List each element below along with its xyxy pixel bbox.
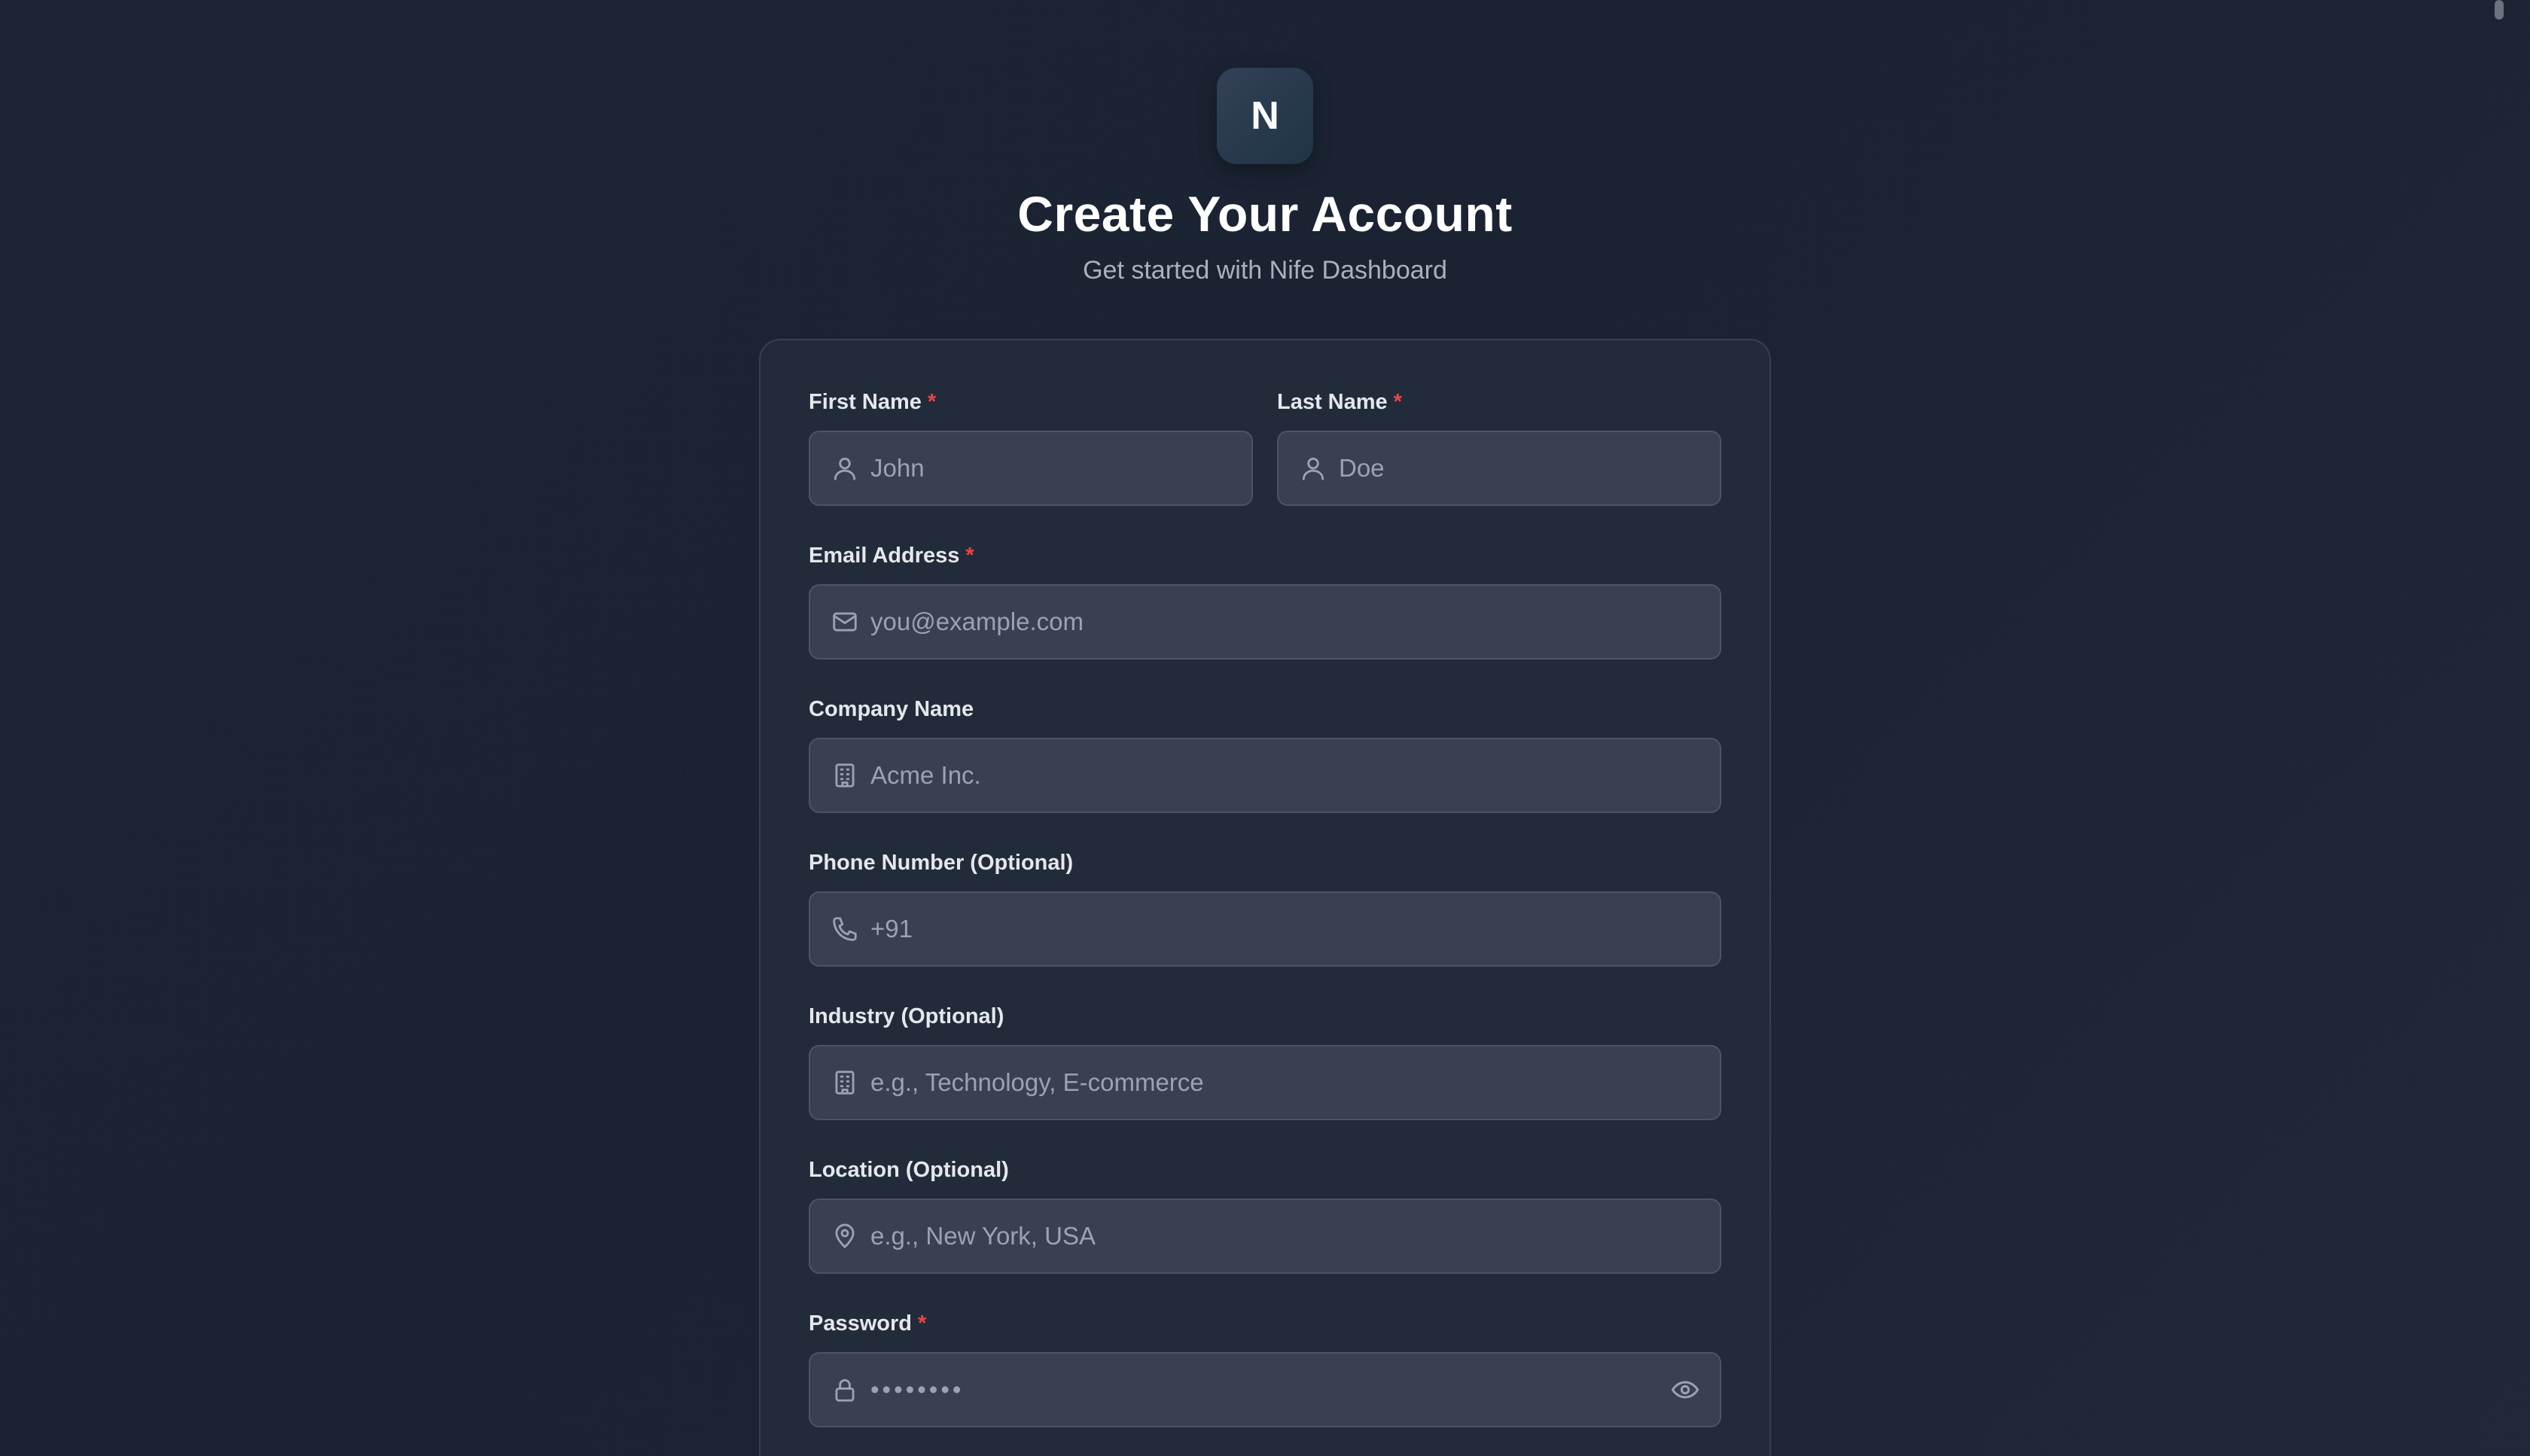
user-icon	[1298, 453, 1328, 483]
email-label-text: Email Address	[809, 544, 960, 568]
required-mark: *	[918, 1311, 927, 1336]
first-name-label: First Name *	[809, 390, 936, 415]
user-icon	[830, 453, 860, 483]
company-label-text: Company Name	[809, 697, 974, 721]
page-title: Create Your Account	[1017, 186, 1513, 242]
scrollbar-thumb[interactable]	[2495, 0, 2504, 20]
password-input[interactable]	[870, 1354, 1705, 1426]
location-field[interactable]	[809, 1199, 1721, 1274]
last-name-field[interactable]	[1277, 431, 1721, 506]
logo-letter: N	[1251, 94, 1279, 138]
location-label-text: Location (Optional)	[809, 1158, 1009, 1182]
building-icon	[830, 760, 860, 790]
location-input[interactable]	[870, 1200, 1705, 1272]
phone-icon	[830, 914, 860, 944]
industry-label: Industry (Optional)	[809, 1004, 1004, 1029]
email-input[interactable]	[870, 586, 1705, 658]
last-name-label-text: Last Name	[1277, 390, 1388, 414]
required-mark: *	[927, 390, 937, 414]
company-input[interactable]	[870, 739, 1705, 812]
phone-label-text: Phone Number (Optional)	[809, 851, 1074, 875]
first-name-field[interactable]	[809, 431, 1253, 506]
first-name-input[interactable]	[870, 432, 1236, 504]
phone-field[interactable]	[809, 891, 1721, 967]
industry-label-text: Industry (Optional)	[809, 1004, 1004, 1028]
page-subtitle: Get started with Nife Dashboard	[1083, 256, 1447, 285]
industry-field[interactable]	[809, 1045, 1721, 1120]
required-mark: *	[1393, 390, 1402, 414]
brand-logo: N	[1217, 68, 1313, 164]
mail-icon	[830, 607, 860, 637]
phone-label: Phone Number (Optional)	[809, 851, 1073, 876]
company-field[interactable]	[809, 738, 1721, 813]
signup-form-card: First Name* Last Name* Email Address* Co…	[759, 339, 1771, 1456]
password-label: Password *	[809, 1311, 926, 1336]
password-label-text: Password	[809, 1311, 912, 1336]
lock-icon	[830, 1375, 860, 1405]
company-label: Company Name	[809, 697, 974, 722]
last-name-label: Last Name *	[1277, 390, 1402, 415]
phone-input[interactable]	[870, 893, 1705, 965]
last-name-input[interactable]	[1339, 432, 1705, 504]
eye-icon[interactable]	[1669, 1373, 1702, 1406]
password-field[interactable]	[809, 1352, 1721, 1427]
required-mark: *	[965, 544, 974, 568]
map-pin-icon	[830, 1221, 860, 1251]
location-label: Location (Optional)	[809, 1158, 1009, 1183]
email-label: Email Address *	[809, 544, 974, 568]
industry-input[interactable]	[870, 1046, 1705, 1119]
email-field[interactable]	[809, 584, 1721, 659]
building-icon	[830, 1068, 860, 1098]
first-name-label-text: First Name	[809, 390, 922, 414]
